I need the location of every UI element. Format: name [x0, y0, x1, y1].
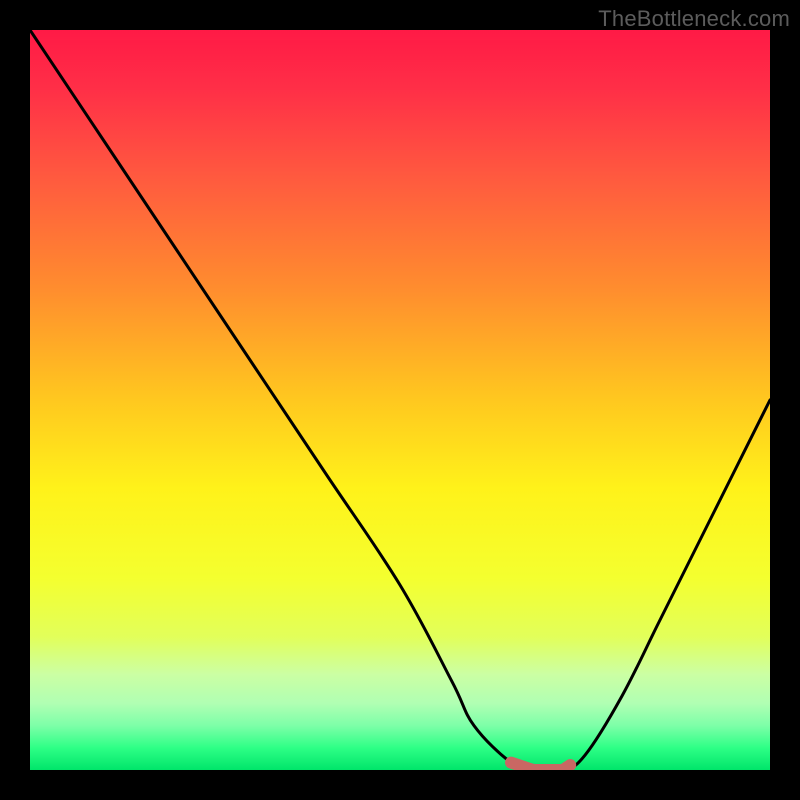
watermark-text: TheBottleneck.com [598, 6, 790, 32]
frame-bottom [0, 770, 800, 800]
chart-stage: TheBottleneck.com [0, 0, 800, 800]
gradient-background [30, 30, 770, 770]
frame-right [770, 0, 800, 800]
frame-left [0, 0, 30, 800]
bottleneck-chart [0, 0, 800, 800]
